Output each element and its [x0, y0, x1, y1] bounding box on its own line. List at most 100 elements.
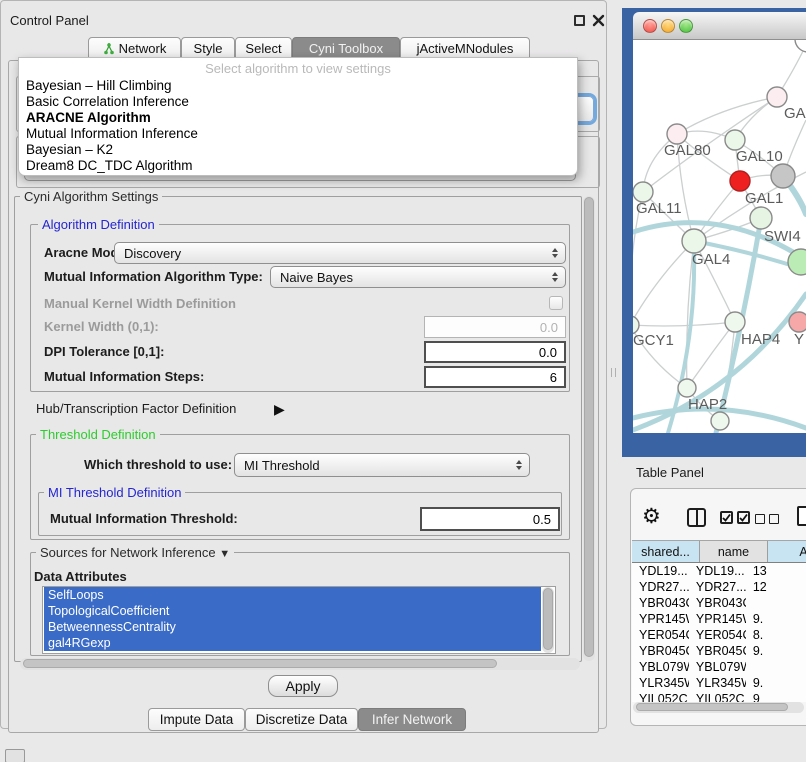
table-row[interactable]: YIL052CYIL052C9	[632, 691, 806, 702]
mi-steps-field[interactable]: 6	[424, 366, 566, 388]
network-node[interactable]	[682, 229, 706, 253]
table-cell: 9.	[746, 643, 806, 659]
network-node[interactable]	[633, 182, 653, 202]
table-row[interactable]: YBR043CYBR043C	[632, 595, 806, 611]
close-icon[interactable]	[592, 14, 605, 27]
kernel-width-field[interactable]: 0.0	[424, 316, 566, 338]
gear-icon[interactable]: ⚙	[642, 504, 661, 530]
dpi-tolerance-field[interactable]: 0.0	[424, 341, 566, 363]
tab-impute-data[interactable]: Impute Data	[148, 708, 245, 731]
column-header[interactable]: shared...	[632, 541, 700, 562]
network-node[interactable]	[767, 87, 787, 107]
scrollbar-thumb[interactable]	[636, 703, 788, 711]
network-node[interactable]	[771, 164, 795, 188]
close-window-icon[interactable]	[643, 19, 657, 33]
node-label: HAP2	[688, 396, 727, 413]
network-node[interactable]	[750, 207, 772, 229]
tab-infer-network[interactable]: Infer Network	[358, 708, 466, 731]
mi-threshold-label: Mutual Information Threshold:	[50, 508, 238, 530]
table-cell: YBR045C	[689, 643, 746, 659]
node-label: GAL	[784, 105, 806, 122]
table-row[interactable]: YER054CYER054C8.	[632, 627, 806, 643]
table-cell: YDL19...	[689, 563, 746, 579]
network-node[interactable]	[678, 379, 696, 397]
algorithm-option[interactable]: Dream8 DC_TDC Algorithm	[19, 158, 577, 174]
scrollbar-thumb[interactable]	[23, 659, 497, 668]
network-node[interactable]	[789, 312, 806, 332]
mi-type-combobox[interactable]: Naive Bayes	[270, 266, 566, 288]
attribute-item[interactable]: SelfLoops	[44, 587, 541, 603]
dropdown-placeholder: Select algorithm to view settings	[19, 58, 577, 78]
attributes-vertical-scrollbar[interactable]	[542, 587, 554, 653]
expand-right-icon[interactable]: ▶	[274, 398, 285, 420]
algorithm-option[interactable]: Bayesian – K2	[19, 142, 577, 158]
attribute-item[interactable]: BetweennessCentrality	[44, 619, 541, 635]
unchecked-box-icon[interactable]	[769, 514, 779, 524]
network-window-titlebar[interactable]	[633, 12, 806, 40]
table-row[interactable]: YBR045CYBR045C9.	[632, 643, 806, 659]
network-node[interactable]	[795, 40, 806, 52]
unchecked-box-icon[interactable]	[755, 514, 765, 524]
divider-resize-handle[interactable]	[611, 368, 616, 377]
collapse-down-icon[interactable]: ▼	[219, 548, 230, 560]
column-header[interactable]: A	[768, 541, 806, 562]
network-node[interactable]	[730, 171, 750, 191]
network-edge[interactable]	[633, 241, 694, 325]
network-edge[interactable]	[633, 322, 735, 326]
network-edge[interactable]	[677, 97, 777, 134]
table-cell: YPR145W	[632, 611, 689, 627]
table-horizontal-scrollbar[interactable]	[633, 702, 804, 713]
table-cell: YDL19...	[632, 563, 689, 579]
network-node[interactable]	[711, 412, 729, 430]
cyni-settings-title: Cyni Algorithm Settings	[20, 189, 162, 204]
algorithm-option[interactable]: ARACNE Algorithm	[19, 110, 577, 126]
settings-horizontal-scrollbar[interactable]	[20, 658, 580, 670]
node-label: GAL10	[736, 148, 783, 165]
apply-button[interactable]: Apply	[268, 675, 338, 697]
network-tab-icon	[103, 42, 115, 55]
settings-vertical-scrollbar[interactable]	[583, 196, 595, 661]
table-row[interactable]: YDL19...YDL19...13	[632, 563, 806, 579]
table-cell: 9.	[746, 611, 806, 627]
kernel-width-label: Kernel Width (0,1):	[44, 316, 159, 338]
algorithm-option[interactable]: Bayesian – Hill Climbing	[19, 78, 577, 94]
algorithm-option[interactable]: Mutual Information Inference	[19, 126, 577, 142]
table-cell: YDR27...	[689, 579, 746, 595]
minimize-window-icon[interactable]	[661, 19, 675, 33]
network-node[interactable]	[667, 124, 687, 144]
hub-section-label[interactable]: Hub/Transcription Factor Definition	[36, 398, 236, 420]
algorithm-dropdown-popup: Select algorithm to view settings Bayesi…	[18, 57, 578, 176]
network-view-canvas[interactable]: GALGAL80GAL10GAL1GAL11SWI4GAL4GCY1HAP4YH…	[633, 40, 806, 433]
table-row[interactable]: YBL079WYBL079W	[632, 659, 806, 675]
control-panel-title: Control Panel	[10, 13, 89, 28]
checked-checkbox-icon[interactable]	[737, 511, 750, 524]
new-table-icon[interactable]	[797, 506, 806, 526]
table-row[interactable]: YDR27...YDR27...12	[632, 579, 806, 595]
which-threshold-combobox[interactable]: MI Threshold	[234, 453, 530, 477]
scrollbar-thumb[interactable]	[543, 588, 553, 650]
node-label: Y	[794, 331, 804, 348]
mi-threshold-group-title: MI Threshold Definition	[44, 485, 185, 500]
data-attributes-list[interactable]: SelfLoopsTopologicalCoefficientBetweenne…	[42, 586, 556, 654]
manual-kernel-checkbox[interactable]	[549, 296, 563, 310]
scrollbar-thumb[interactable]	[584, 197, 594, 657]
float-window-icon[interactable]	[574, 15, 585, 26]
tab-discretize-data[interactable]: Discretize Data	[245, 708, 358, 731]
data-attributes-label: Data Attributes	[34, 566, 127, 588]
column-header[interactable]: name	[700, 541, 768, 562]
checked-checkbox-icon[interactable]	[720, 511, 733, 524]
tab-label: Discretize Data	[256, 712, 348, 727]
aracne-mode-combobox[interactable]: Discovery	[114, 242, 566, 264]
mi-threshold-field[interactable]: 0.5	[420, 507, 560, 531]
attribute-item[interactable]: TopologicalCoefficient	[44, 603, 541, 619]
minimized-panel-button[interactable]	[5, 749, 25, 762]
network-node[interactable]	[725, 312, 745, 332]
table-row[interactable]: YLR345WYLR345W9.	[632, 675, 806, 691]
columns-icon[interactable]	[687, 508, 706, 527]
tab-label: Cyni Toolbox	[309, 41, 383, 56]
zoom-window-icon[interactable]	[679, 19, 693, 33]
attribute-item[interactable]: gal4RGexp	[44, 635, 541, 651]
table-row[interactable]: YPR145WYPR145W9.	[632, 611, 806, 627]
network-node[interactable]	[725, 130, 745, 150]
algorithm-option[interactable]: Basic Correlation Inference	[19, 94, 577, 110]
